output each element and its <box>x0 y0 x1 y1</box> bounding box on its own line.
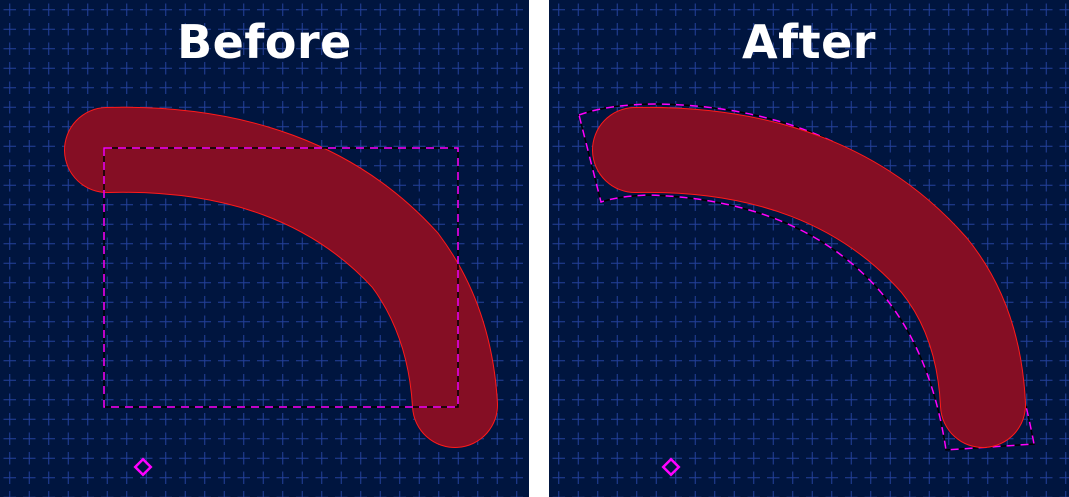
before-panel: Before <box>0 0 529 497</box>
arc-track-fill <box>593 107 1025 447</box>
panel-title-before: Before <box>177 15 352 69</box>
canvas-art <box>578 103 1035 477</box>
panel-title-after: After <box>742 15 876 69</box>
diamond-icon[interactable] <box>133 457 153 477</box>
comparison-view: Before After <box>0 0 1069 497</box>
arc-track-fill <box>65 107 497 447</box>
divider <box>529 0 549 497</box>
diamond-icon[interactable] <box>661 457 681 477</box>
canvas-art <box>64 106 498 477</box>
after-panel: After <box>549 0 1069 497</box>
